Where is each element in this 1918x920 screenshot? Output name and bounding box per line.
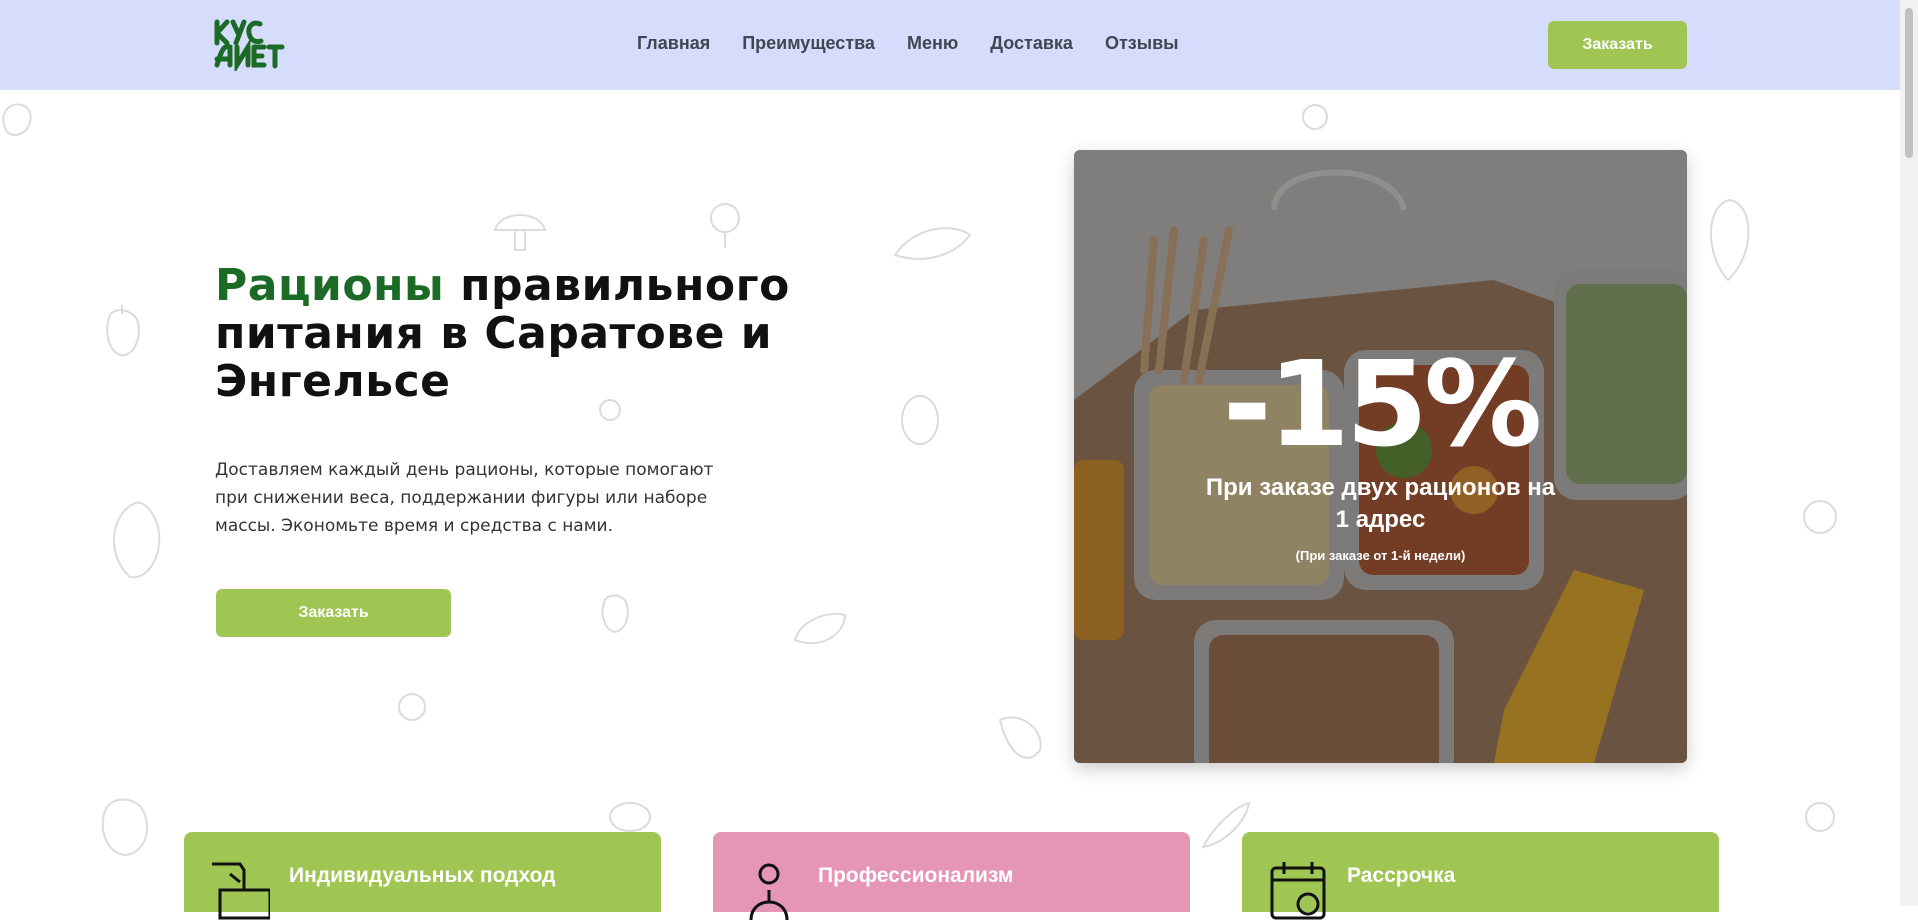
scrollbar-thumb[interactable] xyxy=(1905,8,1913,158)
promo-note: (При заказе от 1-й недели) xyxy=(1295,548,1466,563)
pepper-small-doodle-icon xyxy=(601,594,629,634)
onion-doodle-icon xyxy=(1302,104,1328,130)
eggplant-doodle-icon xyxy=(793,612,847,645)
nav-link-menu[interactable]: Меню xyxy=(907,33,958,54)
hand-card-icon xyxy=(212,862,270,920)
main-nav: Главная Преимущества Меню Доставка Отзыв… xyxy=(637,33,1211,54)
feature-title-installment: Рассрочка xyxy=(1347,864,1456,887)
feature-card-individual: Индивидуальных подход xyxy=(184,832,661,920)
nav-link-home[interactable]: Главная xyxy=(637,33,710,54)
nav-link-reviews[interactable]: Отзывы xyxy=(1105,33,1179,54)
broccoli-doodle-icon xyxy=(710,203,740,248)
nav-link-advantages[interactable]: Преимущества xyxy=(742,33,875,54)
nav-link-delivery[interactable]: Доставка xyxy=(990,33,1073,54)
hero-title: Рационы правильного питания в Саратове и… xyxy=(215,262,835,406)
bell-pepper-doodle-icon xyxy=(1710,198,1750,282)
feature-card-installment: Рассрочка xyxy=(1242,832,1719,920)
cauliflower-doodle-icon xyxy=(1803,500,1837,534)
calendar-coin-icon xyxy=(1270,862,1326,920)
mushroom-doodle-icon xyxy=(493,214,547,251)
feature-title-professionalism: Профессионализм xyxy=(818,864,1014,887)
site-header: Главная Преимущества Меню Доставка Отзыв… xyxy=(0,0,1900,90)
feature-title-individual: Индивидуальных подход xyxy=(289,864,556,887)
pepper-doodle-icon xyxy=(106,305,140,357)
professional-person-icon xyxy=(749,863,789,920)
pepper-bottom-doodle-icon xyxy=(101,798,149,857)
brand-logo[interactable] xyxy=(214,19,294,71)
page-scrollbar[interactable] xyxy=(1900,0,1918,906)
radish-doodle-icon xyxy=(998,716,1042,759)
hero-order-button[interactable]: Заказать xyxy=(216,589,451,637)
hero-title-accent: Рационы xyxy=(215,260,445,311)
promo-text: При заказе двух рационов на 1 адрес xyxy=(1205,474,1556,533)
promo-banner: -15% При заказе двух рационов на 1 адрес… xyxy=(1074,150,1687,763)
promo-discount: -15% xyxy=(1222,335,1542,473)
herb-doodle-icon xyxy=(1805,802,1835,832)
cucumber-doodle-icon xyxy=(609,802,651,832)
lemon-small-doodle-icon xyxy=(901,395,939,445)
feature-card-professionalism: Профессионализм xyxy=(713,832,1190,920)
lemon-doodle-icon xyxy=(112,501,161,579)
header-order-button[interactable]: Заказать xyxy=(1548,21,1687,69)
hero-description: Доставляем каждый день рационы, которые … xyxy=(215,460,714,536)
apple-doodle-icon xyxy=(398,693,426,721)
vegetable-doodle-icon xyxy=(2,103,32,137)
carrot-doodle-icon xyxy=(893,227,972,260)
